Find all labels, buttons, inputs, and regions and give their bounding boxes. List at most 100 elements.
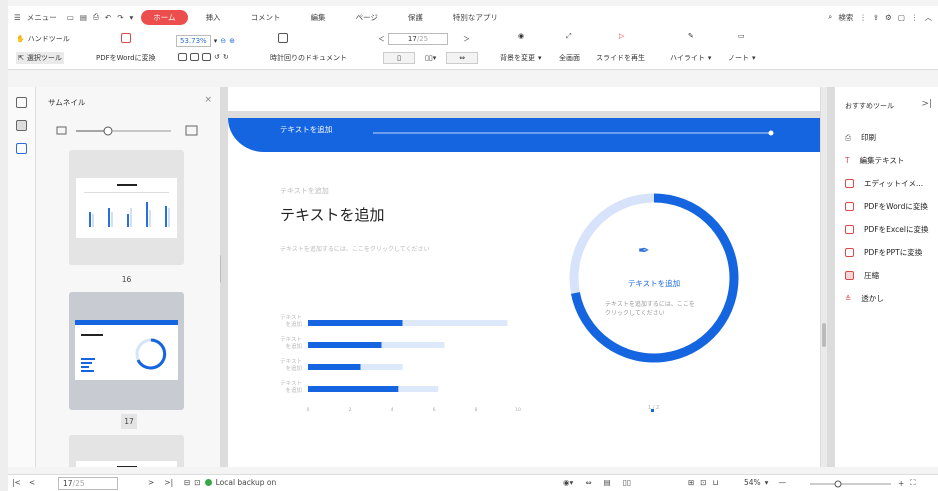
slide-heading[interactable]: テキストを追加 (280, 204, 385, 225)
tool-compress[interactable]: 圧縮 (845, 270, 879, 281)
slide-pager[interactable]: 1 / 2 (648, 405, 659, 411)
redo-icon[interactable]: ↷ (117, 13, 123, 22)
dropdown-icon[interactable]: ▾ (130, 13, 134, 22)
tool-print[interactable]: ⎙ 印刷 (845, 132, 876, 143)
fit-page-icon[interactable] (190, 53, 199, 61)
next-page-status-icon[interactable]: > (148, 478, 154, 487)
actual-size-status-icon[interactable]: ⊞ (688, 478, 694, 487)
fit-icon[interactable]: ⊟ (184, 478, 190, 487)
more-icon[interactable]: ⋮ (859, 13, 867, 22)
status-page-field[interactable]: 17/25 (58, 477, 118, 490)
rotate-right-icon[interactable]: ↻ (223, 53, 229, 61)
pdf-to-word-button[interactable]: PDFをWordに変換 (96, 53, 156, 63)
bar-4 (308, 386, 399, 392)
tool-edit-text[interactable]: T 編集テキスト (845, 155, 904, 166)
share-icon[interactable]: ⇪ (873, 13, 879, 22)
prev-page-status-icon[interactable]: < (29, 478, 35, 487)
circle-title[interactable]: テキストを追加 (594, 278, 714, 289)
status-zoom[interactable]: 54% (744, 478, 761, 487)
fullscreen-status-icon[interactable]: ⛶ (910, 478, 915, 488)
thumbnail-page-16[interactable] (69, 150, 184, 265)
tab-page[interactable]: ページ (344, 12, 390, 23)
scrollbar-thumb[interactable] (822, 323, 826, 347)
status-page-total: /25 (72, 479, 85, 488)
watermark-icon: ≙ (845, 294, 852, 303)
print-icon[interactable]: ⎙ (93, 12, 99, 22)
thumbnail-page-18[interactable] (69, 435, 184, 467)
bookmark-icon[interactable] (16, 97, 27, 108)
note-dropdown-icon[interactable]: ▾ (752, 54, 756, 62)
chat-icon[interactable]: ▢ (898, 13, 905, 22)
banner-text[interactable]: テキストを追加 (280, 124, 332, 135)
background-dropdown-icon[interactable]: ▾ (538, 54, 542, 62)
search-label[interactable]: 検索 (838, 12, 853, 23)
eye-mode-icon[interactable]: ◉▾ (563, 478, 573, 487)
tool-pdf-to-word[interactable]: PDFをWordに変換 (845, 201, 928, 212)
fit2-icon[interactable]: ⊡ (194, 478, 200, 487)
continuous-mode-icon[interactable]: ⇔ (585, 478, 591, 487)
collapse-panel-icon[interactable]: >| (921, 99, 932, 109)
tool-pdf-to-ppt[interactable]: PDFをPPTに変換 (845, 247, 922, 258)
next-page-icon[interactable]: ＞ (463, 34, 470, 44)
slide-subtitle[interactable]: テキストを追加 (280, 186, 329, 196)
kebab-icon[interactable]: ⋮ (911, 13, 919, 22)
fullscreen-button[interactable]: 全画面 (559, 53, 580, 63)
menu-label[interactable]: メニュー (27, 12, 57, 23)
double-mode-icon[interactable]: ▯▯ (623, 478, 631, 487)
circle-description[interactable]: テキストを追加するには、ここをクリックしてください (605, 300, 700, 318)
highlight-dropdown-icon[interactable]: ▾ (708, 54, 712, 62)
tab-protect[interactable]: 保護 (396, 12, 435, 23)
zoom-field[interactable]: 53.73% (176, 35, 211, 47)
continuous-button[interactable]: ⇔ (446, 52, 479, 64)
tab-home[interactable]: ホーム (141, 9, 188, 25)
fit-width-icon[interactable] (202, 53, 211, 61)
copy-icon[interactable] (16, 143, 27, 154)
zoom-slider[interactable] (808, 480, 893, 488)
tab-insert[interactable]: 挿入 (194, 12, 233, 23)
fit-width-status-icon[interactable]: ⊔ (713, 478, 719, 487)
zoom-in-icon[interactable]: ⊕ (229, 37, 235, 45)
thumbnail-page-17[interactable] (69, 292, 184, 410)
status-zoom-out-icon[interactable]: — (778, 478, 786, 487)
rotate-left-icon[interactable]: ↺ (214, 53, 220, 61)
actual-size-icon[interactable] (178, 53, 187, 61)
tab-comment[interactable]: コメント (239, 12, 293, 23)
select-tool-button[interactable]: 選択ツール (27, 53, 62, 63)
single-mode-icon[interactable]: ▤ (604, 478, 611, 487)
tab-special-apps[interactable]: 特別なアプリ (441, 12, 510, 23)
tool-edit-image[interactable]: エディットイメ... (845, 178, 923, 189)
save-icon[interactable]: ▤ (80, 13, 87, 22)
background-button[interactable]: 背景を変更 (500, 53, 535, 63)
rotate-doc-button[interactable]: 時計回りのドキュメント (270, 53, 347, 63)
page-number-field[interactable]: 17/25 (388, 33, 448, 45)
tab-edit[interactable]: 編集 (299, 12, 338, 23)
close-icon[interactable]: × (204, 95, 212, 105)
hamburger-icon[interactable]: ☰ (14, 13, 21, 22)
settings-icon[interactable]: ⚙ (885, 13, 892, 22)
thumb-size-slider[interactable] (56, 125, 206, 137)
hand-tool-button[interactable]: ハンドツール (28, 34, 70, 44)
zoom-out-icon[interactable]: ⊖ (220, 37, 226, 45)
two-page-button[interactable]: ▯▯▾ (425, 54, 436, 62)
thumbnail-icon[interactable] (16, 120, 27, 131)
status-page-current: 17 (63, 479, 73, 488)
undo-icon[interactable]: ↶ (105, 13, 111, 22)
tool-watermark[interactable]: ≙ 透かし (845, 293, 884, 304)
status-zoom-in-icon[interactable]: + (898, 479, 904, 488)
slide-description[interactable]: テキストを追加するには、ここをクリックしてください (280, 244, 429, 253)
tool-pdf-to-excel[interactable]: PDFをExcelに変換 (845, 224, 928, 235)
search-icon[interactable]: ⌕ (828, 12, 832, 22)
play-slides-button[interactable]: スライドを再生 (596, 53, 645, 63)
collapse-icon[interactable]: ︿ (925, 12, 933, 23)
note-button[interactable]: ノート (728, 53, 749, 63)
first-page-icon[interactable]: |< (12, 478, 21, 487)
vertical-scrollbar[interactable] (821, 87, 827, 467)
status-zoom-dropdown-icon[interactable]: ▾ (765, 478, 769, 487)
zoom-dropdown-icon[interactable]: ▾ (214, 37, 218, 45)
single-page-button[interactable]: ▯ (383, 52, 415, 64)
highlight-button[interactable]: ハイライト (670, 53, 705, 63)
last-page-icon[interactable]: >| (164, 478, 173, 487)
fit-page-status-icon[interactable]: ⊡ (700, 478, 706, 487)
open-icon[interactable]: ▭ (67, 13, 74, 22)
prev-page-icon[interactable]: ＜ (378, 34, 385, 44)
